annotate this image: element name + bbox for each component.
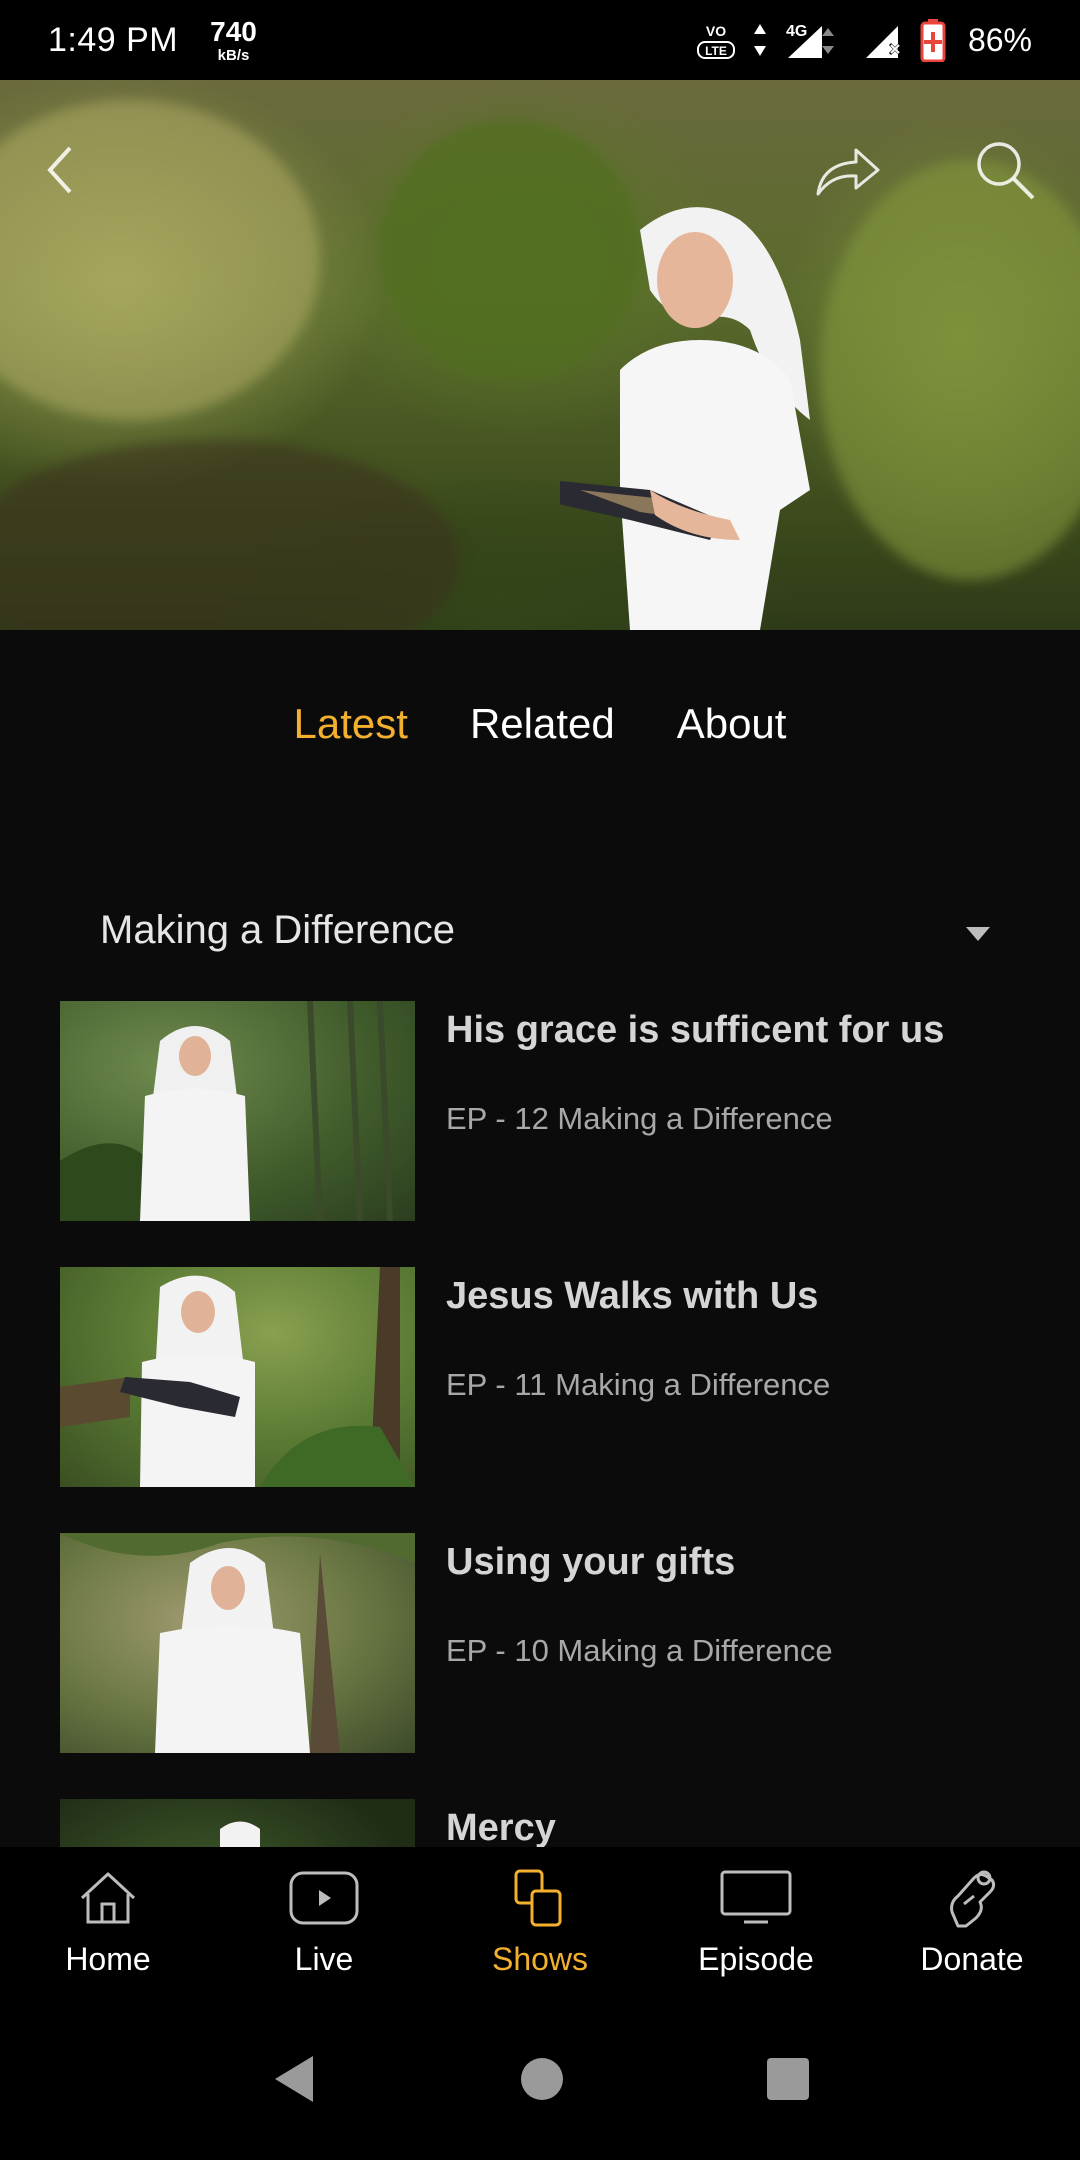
signal-4g-icon: 4G	[786, 23, 834, 58]
hero-foliage	[0, 440, 460, 630]
back-button[interactable]	[20, 130, 100, 210]
hero-person-image	[560, 207, 810, 630]
episode-title: Jesus Walks with Us	[446, 1275, 819, 1317]
network-speed-value: 740	[210, 15, 257, 47]
shows-icon	[504, 1865, 576, 1931]
episode-item[interactable]: Jesus Walks with Us EP - 11 Making a Dif…	[60, 1267, 1040, 1533]
episode-thumbnail	[60, 1533, 415, 1753]
nav-home[interactable]: Home	[0, 1847, 216, 1997]
nav-live[interactable]: Live	[216, 1847, 432, 1997]
status-time: 1:49 PM	[48, 20, 179, 59]
bottom-navigation: Home Live Shows Episode Donate	[0, 1847, 1080, 1997]
caret-down-icon	[966, 927, 990, 941]
episode-thumbnail	[60, 1001, 415, 1221]
episode-thumbnail-image	[60, 1001, 393, 1221]
nav-donate-label: Donate	[920, 1941, 1024, 1977]
share-button[interactable]	[808, 130, 888, 210]
network-speed-unit: kB/s	[217, 46, 250, 64]
episode-thumbnail	[60, 1799, 415, 1847]
nav-live-label: Live	[294, 1941, 354, 1977]
share-arrow-icon	[816, 148, 880, 196]
chevron-left-icon	[47, 146, 72, 194]
tab-latest[interactable]: Latest	[294, 700, 408, 748]
episode-subtitle: EP - 12 Making a Difference	[446, 1101, 833, 1136]
monitor-icon	[720, 1865, 792, 1931]
nav-shows-label: Shows	[491, 1941, 589, 1977]
system-home-icon[interactable]	[519, 2056, 565, 2102]
data-arrows-icon	[753, 24, 766, 56]
episode-item[interactable]: Using your gifts EP - 10 Making a Differ…	[60, 1533, 1040, 1799]
system-back-icon[interactable]	[269, 2052, 319, 2106]
status-bar: 1:49 PM 740 kB/s VO LTE 4G 86%	[0, 0, 1080, 80]
nav-episode-label: Episode	[698, 1941, 814, 1977]
episode-title: Mercy	[446, 1807, 556, 1847]
episode-title: Using your gifts	[446, 1541, 736, 1583]
episode-thumbnail-image	[60, 1533, 415, 1753]
episode-subtitle: EP - 11 Making a Difference	[446, 1367, 831, 1402]
svg-text:VO: VO	[706, 23, 726, 39]
episode-subtitle: EP - 10 Making a Difference	[446, 1633, 833, 1668]
play-screen-icon	[288, 1865, 360, 1931]
svg-text:4G: 4G	[786, 23, 807, 40]
nav-shows[interactable]: Shows	[432, 1847, 648, 1997]
search-button[interactable]	[965, 130, 1045, 210]
system-recents-icon[interactable]	[765, 2056, 811, 2102]
episode-title: His grace is sufficent for us	[446, 1009, 945, 1051]
nav-donate[interactable]: Donate	[864, 1847, 1080, 1997]
battery-icon	[920, 19, 946, 62]
show-tabs: Latest Related About	[0, 700, 1080, 748]
app-screen: 1:49 PM 740 kB/s VO LTE 4G 86% Latest Re…	[0, 0, 1080, 2160]
episode-list: His grace is sufficent for us EP - 12 Ma…	[60, 1001, 1040, 1847]
episode-thumbnail-image	[220, 1821, 260, 1847]
network-speed: 740 kB/s	[210, 15, 257, 64]
system-navigation-bar	[0, 1997, 1080, 2160]
tab-related[interactable]: Related	[470, 700, 615, 748]
season-dropdown-label: Making a Difference	[100, 907, 455, 952]
episode-thumbnail	[60, 1267, 415, 1487]
battery-percentage: 86%	[967, 21, 1032, 58]
search-icon	[977, 142, 1035, 200]
nav-home-label: Home	[65, 1941, 151, 1977]
status-icons: VO LTE 4G 86%	[696, 18, 1032, 62]
episode-item[interactable]: Mercy	[60, 1799, 1040, 1847]
tab-about[interactable]: About	[677, 700, 787, 748]
episode-item[interactable]: His grace is sufficent for us EP - 12 Ma…	[60, 1001, 1040, 1267]
home-icon	[72, 1865, 144, 1931]
show-hero-image	[0, 80, 1080, 630]
signal-noservice-icon	[865, 26, 902, 58]
nav-episode[interactable]: Episode	[648, 1847, 864, 1997]
volte-icon: VO LTE	[696, 23, 735, 59]
donate-hand-icon	[936, 1865, 1008, 1931]
svg-text:LTE: LTE	[705, 44, 727, 58]
season-dropdown[interactable]: Making a Difference	[100, 895, 990, 965]
episode-thumbnail-image	[60, 1267, 415, 1487]
